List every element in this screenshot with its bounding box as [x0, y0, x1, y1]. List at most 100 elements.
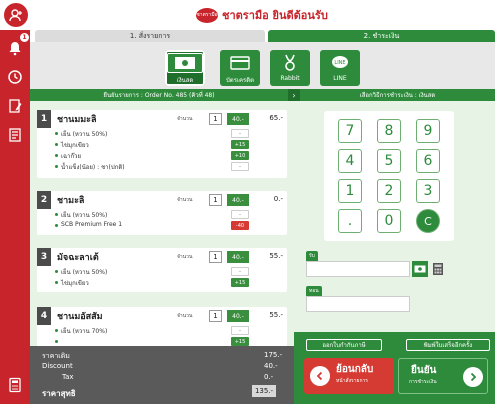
order-list: 1 ชานมมะลิ จำนวน 1 40.- 65.- เย็น (หวาน … [30, 101, 294, 346]
option-price-tag: +15 [231, 278, 249, 287]
qty-label: จำนวน [177, 254, 193, 260]
item-number: 1 [37, 110, 51, 128]
received-input[interactable] [306, 261, 410, 277]
back-button[interactable]: ย้อนกลับ หน้าสั่งรายการ [304, 358, 394, 394]
item-option: เฉาก๊วย +10 [37, 150, 287, 161]
numpad-key[interactable]: 1 [338, 179, 362, 203]
tax-invoice-button[interactable]: ออกใบกำกับภาษี [306, 339, 382, 351]
option-price-tag: - [231, 210, 249, 219]
numpad-key[interactable]: 5 [377, 149, 401, 173]
pay-method-credit[interactable]: บัตรเครดิต [220, 50, 260, 86]
pay-method-rabbit[interactable]: Rabbit [270, 50, 310, 86]
history-icon [8, 70, 22, 84]
option-price-tag: - [231, 162, 249, 171]
qty-box[interactable]: 1 [209, 310, 222, 322]
item-number: 4 [37, 307, 51, 325]
back-title: ย้อนกลับ [336, 364, 374, 375]
qty-box[interactable]: 1 [209, 194, 222, 206]
item-total: 55.- [269, 252, 283, 260]
rabbit-icon [272, 53, 308, 73]
confirm-subtitle: การชำระเงิน [409, 379, 437, 385]
confirm-button[interactable]: ยืนยัน การชำระเงิน [398, 358, 488, 394]
qty-box[interactable]: 1 [209, 251, 222, 263]
numpad-key[interactable]: 2 [377, 179, 401, 203]
item-option: ไข่มุกเขียว +15 [37, 139, 287, 150]
calculator-icon[interactable] [430, 261, 446, 277]
item-name: ชานมมะลิ [57, 115, 97, 125]
item-name: มัจฉะลาเต้ [57, 253, 99, 263]
order-item[interactable]: 2 ชามะลิ จำนวน 1 40.- 0.- เย็น (หวาน 50%… [37, 191, 287, 235]
confirm-title: ยืนยัน [411, 365, 437, 376]
calculator-button[interactable] [5, 375, 25, 395]
subtotal-value: 175.- [264, 351, 283, 359]
cash-icon[interactable] [412, 261, 428, 277]
unit-price: 40.- [227, 194, 249, 206]
numpad-clear-key[interactable]: C [416, 209, 440, 233]
order-item[interactable]: 3 มัจฉะลาเต้ จำนวน 1 40.- 55.- เย็น (หวา… [37, 248, 287, 292]
item-number: 2 [37, 191, 51, 209]
notification-button[interactable]: 1 [5, 33, 29, 58]
item-option: เย็น (หวาน 50%) - [37, 128, 287, 139]
brand-logo: ชาตรามือ [196, 7, 218, 23]
cash-icon [167, 53, 203, 73]
numpad-key[interactable]: 9 [416, 119, 440, 143]
numpad-key[interactable]: 8 [377, 119, 401, 143]
brand: ชาตรามือ ชาตรามือ ยินดีต้อนรับ [196, 6, 328, 24]
pay-method-label: Rabbit [280, 75, 300, 82]
line-icon: LINE [322, 53, 358, 73]
item-number: 3 [37, 248, 51, 266]
reprint-button[interactable]: พิมพ์ใบเสร็จอีกครั้ง [406, 339, 490, 351]
tax-value: 0.- [264, 373, 274, 381]
order-item[interactable]: 4 ชานมอัสสัม จำนวน 1 40.- 55.- เย็น (หวา… [37, 307, 287, 346]
receipt-button[interactable] [5, 125, 25, 145]
option-price-tag: +15 [231, 337, 249, 346]
numpad-key[interactable]: 3 [416, 179, 440, 203]
credit-card-icon [222, 53, 258, 73]
qty-label: จำนวน [177, 197, 193, 203]
change-label: ทอน [306, 286, 322, 296]
chevron-right-icon[interactable]: › [288, 89, 300, 101]
pay-method-label: LINE [333, 75, 347, 82]
calculator-icon [9, 377, 21, 393]
subtotal-label: ราคาเดิม [42, 352, 70, 360]
numpad: 789 456 123. 0C [324, 111, 454, 241]
history-button[interactable] [5, 67, 25, 87]
item-total: 55.- [269, 311, 283, 319]
payment-pane: 789 456 123. 0C รับ ทอน [294, 101, 495, 332]
totals-panel: ราคาเดิม 175.- Discount 40.- Tax 0.- ราคาสุ… [30, 346, 294, 404]
qty-label: จำนวน [177, 313, 193, 319]
option-price-tag: - [231, 267, 249, 276]
item-option: เย็น (หวาน 50%) - [37, 209, 287, 220]
order-item[interactable]: 1 ชานมมะลิ จำนวน 1 40.- 65.- เย็น (หวาน … [37, 110, 287, 178]
numpad-key[interactable]: 0 [377, 209, 401, 233]
edit-button[interactable] [5, 96, 25, 116]
item-total: 0.- [273, 195, 283, 203]
pay-method-label: บัตรเครดิต [225, 77, 254, 84]
numpad-key[interactable]: . [338, 209, 362, 233]
payment-methods-bar: เงินสด บัตรเครดิต Rabbit LINE LINE [30, 42, 495, 90]
item-option: น้ำแข็ง(น้อย) : ชา(ปกติ) - [37, 161, 287, 172]
user-icon[interactable] [4, 3, 28, 27]
numpad-key[interactable]: 4 [338, 149, 362, 173]
numpad-key[interactable]: 6 [416, 149, 440, 173]
step-payment: 2. ชำระเงิน [268, 30, 495, 42]
discount-label: Discount [42, 362, 73, 370]
chevron-left-icon [310, 366, 330, 386]
qty-label: จำนวน [177, 116, 193, 122]
tax-label: Tax [62, 373, 74, 381]
option-price-tag: +10 [231, 151, 249, 160]
qty-box[interactable]: 1 [209, 113, 222, 125]
item-name: ชามะลิ [57, 196, 85, 206]
unit-price: 40.- [227, 251, 249, 263]
numpad-key[interactable]: 7 [338, 119, 362, 143]
item-option: เย็น (หวาน 70%) - [37, 325, 287, 336]
order-header: ยืนยันรายการ : Order No. 485 (คิวที่ 48) [30, 89, 288, 101]
action-panel: ออกใบกำกับภาษี พิมพ์ใบเสร็จอีกครั้ง ย้อน… [294, 332, 495, 404]
grand-total-label: ราคาสุทธิ [42, 389, 76, 398]
option-price-tag: -40 [231, 221, 249, 230]
change-input[interactable] [306, 296, 410, 312]
step-order[interactable]: 1. สั่งรายการ [35, 30, 265, 42]
pay-method-line[interactable]: LINE LINE [320, 50, 360, 86]
bell-icon [9, 42, 21, 56]
pay-method-cash[interactable]: เงินสด [165, 50, 205, 86]
